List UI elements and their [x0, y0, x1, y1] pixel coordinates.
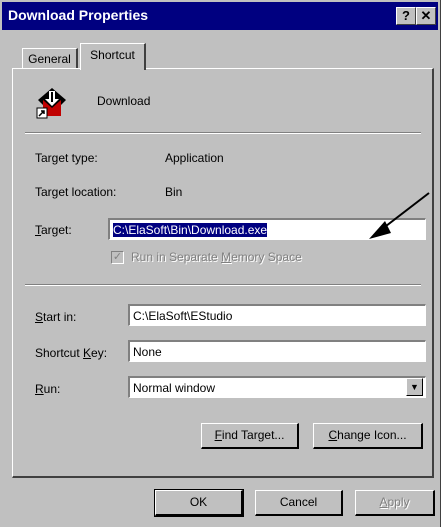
- divider-middle: [25, 284, 421, 286]
- download-app-icon: [35, 86, 69, 120]
- shortcut-panel: Download Target type: Application Target…: [12, 68, 434, 478]
- tab-shortcut-label: Shortcut: [90, 48, 135, 62]
- ok-button[interactable]: OK: [154, 489, 244, 517]
- target-location-label: Target location:: [35, 185, 117, 199]
- chevron-down-icon: ▼: [410, 382, 419, 392]
- apply-label: Apply: [379, 495, 410, 509]
- target-type-label: Target type:: [35, 151, 98, 165]
- window-title: Download Properties: [8, 7, 149, 23]
- run-label: Run:: [35, 382, 61, 396]
- run-select[interactable]: Normal window: [128, 376, 426, 398]
- divider-top: [25, 132, 421, 134]
- run-dropdown-button[interactable]: ▼: [406, 378, 423, 396]
- shortcut-key-input[interactable]: None: [128, 340, 426, 362]
- run-select-value: Normal window: [133, 381, 216, 395]
- find-target-button[interactable]: Find Target...: [201, 423, 299, 449]
- shortcut-key-label: Shortcut Key:: [35, 346, 108, 360]
- target-input-value: C:\ElaSoft\Bin\Download.exe: [113, 223, 268, 237]
- tab-general-label: General: [28, 52, 71, 66]
- change-icon-label: Change Icon...: [328, 428, 407, 442]
- find-target-label: Find Target...: [214, 428, 285, 442]
- apply-button[interactable]: Apply: [355, 490, 435, 516]
- cancel-button[interactable]: Cancel: [255, 490, 343, 516]
- start-in-label: Start in:: [35, 310, 77, 324]
- close-button[interactable]: ✕: [416, 7, 436, 25]
- tab-shortcut[interactable]: Shortcut: [80, 43, 146, 70]
- pointer-arrow-icon: [369, 192, 430, 239]
- shortcut-name: Download: [97, 94, 151, 108]
- separate-memory-label: Run in Separate Memory Space: [131, 250, 302, 264]
- target-location-value: Bin: [165, 185, 183, 199]
- start-in-input[interactable]: C:\ElaSoft\EStudio: [128, 304, 426, 326]
- separate-memory-checkbox[interactable]: ✓: [111, 251, 124, 264]
- tab-general[interactable]: General: [22, 48, 78, 70]
- title-bar[interactable]: Download Properties ? ✕: [2, 2, 438, 30]
- target-type-value: Application: [165, 151, 224, 165]
- properties-dialog: Download Properties ? ✕ General Shortcut…: [0, 0, 441, 527]
- change-icon-button[interactable]: Change Icon...: [313, 423, 423, 449]
- help-button[interactable]: ?: [396, 7, 416, 25]
- target-label: Target:: [35, 223, 72, 237]
